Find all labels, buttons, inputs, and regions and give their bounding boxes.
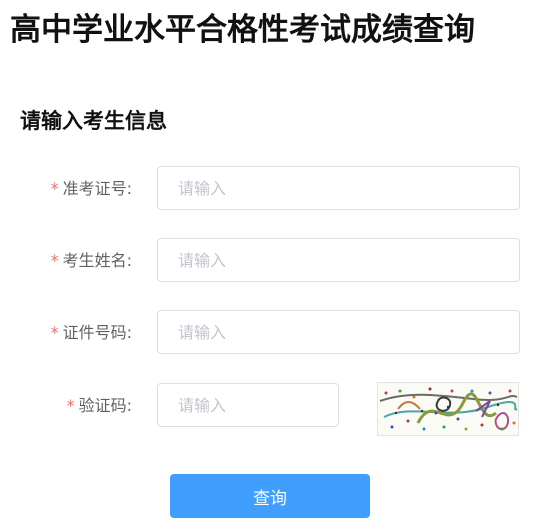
student-name-label-text: 考生姓名:: [62, 251, 132, 270]
required-mark: *: [50, 251, 59, 270]
captcha-image[interactable]: [377, 382, 519, 436]
student-name-input[interactable]: [157, 238, 520, 282]
captcha-label: * 验证码:: [67, 383, 132, 429]
required-mark: *: [66, 396, 75, 415]
captcha-noise-graphic: [378, 383, 518, 435]
required-mark: *: [50, 179, 59, 198]
form-row-exam-number: * 准考证号:: [0, 166, 541, 212]
captcha-input[interactable]: [157, 383, 339, 427]
id-number-label-text: 证件号码:: [62, 323, 132, 342]
captcha-label-text: 验证码:: [78, 396, 132, 415]
query-button[interactable]: 查询: [170, 474, 370, 518]
exam-number-label-text: 准考证号:: [62, 179, 132, 198]
id-number-input[interactable]: [157, 310, 520, 354]
exam-number-label: * 准考证号:: [51, 166, 132, 212]
form-row-student-name: * 考生姓名:: [0, 238, 541, 284]
required-mark: *: [50, 323, 59, 342]
form-row-id-number: * 证件号码:: [0, 310, 541, 356]
exam-number-input[interactable]: [157, 166, 520, 210]
student-name-label: * 考生姓名:: [51, 238, 132, 284]
section-title: 请输入考生信息: [20, 109, 167, 133]
id-number-label: * 证件号码:: [51, 310, 132, 356]
page-title: 高中学业水平合格性考试成绩查询: [10, 12, 475, 48]
